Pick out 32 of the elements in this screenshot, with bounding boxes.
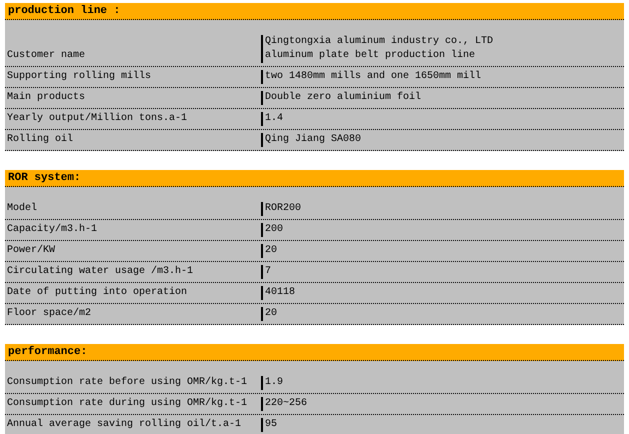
row-label: Model	[7, 202, 38, 216]
row-value: two 1480mm mills and one 1650mm mill	[265, 70, 482, 84]
row-value: 7	[265, 265, 272, 279]
row-value: 20	[265, 244, 278, 258]
row-value: Qing Jiang SA080	[265, 133, 362, 147]
row-value: 40118	[265, 286, 296, 300]
row-value: ROR200	[265, 202, 302, 216]
row-value: 20	[265, 307, 278, 321]
row-label: Main products	[7, 91, 86, 105]
row-value: 200	[265, 223, 284, 237]
row-label: Capacity/m3.h-1	[7, 223, 98, 237]
row-value: Qingtongxia aluminum industry co., LTD	[265, 35, 494, 49]
row-label: Date of putting into operation	[7, 286, 188, 300]
row-label: Yearly output/Million tons.a-1	[7, 112, 188, 126]
section-header: performance:	[5, 344, 624, 361]
row-value: 1.9	[265, 376, 284, 390]
row-label: Consumption rate before using OMR/kg.t-1	[7, 376, 248, 390]
section-header: ROR system:	[5, 170, 624, 187]
row-label: Rolling oil	[7, 133, 74, 147]
row-label: Supporting rolling mills	[7, 70, 152, 84]
row-value: 95	[265, 418, 278, 432]
row-label: Floor space/m2	[7, 307, 92, 321]
row-value: 220~256	[265, 397, 308, 411]
row-value: 1.4	[265, 112, 284, 126]
row-label: Customer name	[7, 49, 86, 63]
row-value: Double zero aluminium foil	[265, 91, 422, 105]
section-header: production line :	[5, 3, 624, 20]
row-label: Circulating water usage /m3.h-1	[7, 265, 194, 279]
row-value: aluminum plate belt production line	[265, 49, 476, 63]
row-label: Annual average saving rolling oil/t.a-1	[7, 418, 242, 432]
row-label: Consumption rate during using OMR/kg.t-1	[7, 397, 248, 411]
row-label: Power/KW	[7, 244, 56, 258]
